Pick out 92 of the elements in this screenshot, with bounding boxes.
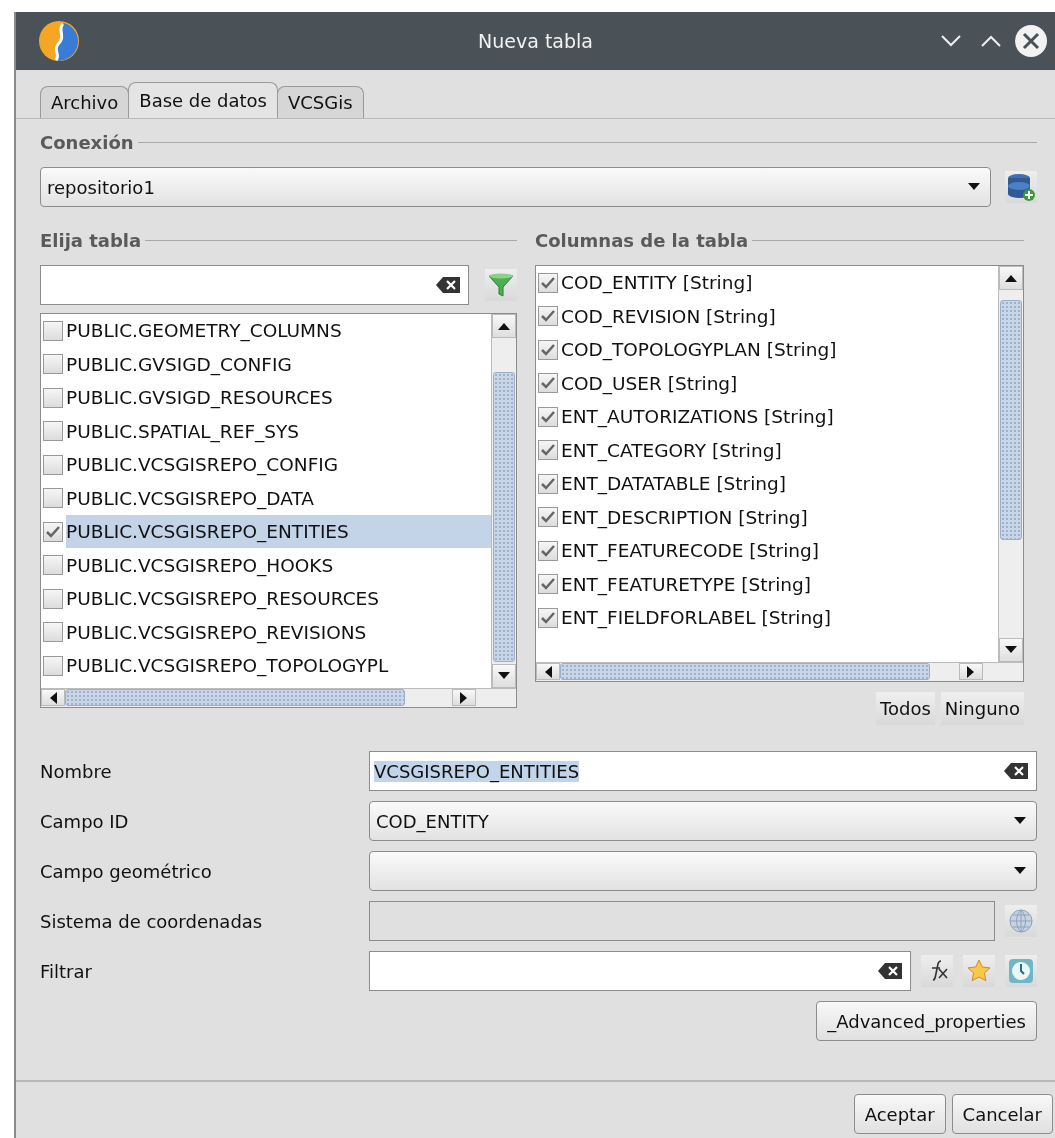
dialog-button[interactable]: Aceptar: [853, 1094, 946, 1134]
table-item[interactable]: PUBLIC.VCSGISREPO_CONFIG: [66, 448, 491, 482]
checkbox[interactable]: [43, 320, 63, 341]
checkbox[interactable]: [538, 339, 558, 360]
checkbox[interactable]: [538, 440, 558, 461]
funnel-icon[interactable]: [485, 269, 517, 301]
table-item[interactable]: PUBLIC.VCSGISREPO_ENTITIES: [66, 515, 491, 549]
checkbox[interactable]: [538, 540, 558, 561]
column-item[interactable]: COD_ENTITY [String]: [561, 266, 998, 300]
connection-dropdown[interactable]: repositorio1: [40, 167, 991, 207]
column-item[interactable]: COD_REVISION [String]: [561, 299, 998, 333]
filter-field[interactable]: [369, 951, 911, 991]
checkbox[interactable]: [43, 454, 63, 475]
form-label: Campo ID: [40, 810, 130, 832]
section-heading: Columnas de la tabla: [535, 229, 749, 251]
form-label: Sistema de coordenadas: [40, 910, 264, 932]
section-heading: Conexión: [40, 131, 134, 153]
arrow-left-icon[interactable]: [544, 665, 552, 678]
table-item[interactable]: PUBLIC.GEOMETRY_COLUMNS: [66, 314, 491, 348]
clear-icon[interactable]: [436, 277, 460, 293]
arrow-right-icon[interactable]: [460, 691, 468, 704]
arrow-left-icon[interactable]: [49, 691, 57, 704]
tab[interactable]: Base de datos: [128, 82, 278, 118]
horizontal-scrollbar[interactable]: [41, 688, 516, 707]
checkbox[interactable]: [538, 306, 558, 327]
section-heading: Elija tabla: [40, 229, 142, 251]
arrow-right-icon[interactable]: [967, 665, 975, 678]
checkbox[interactable]: [538, 406, 558, 427]
field-dropdown[interactable]: COD_ENTITY: [369, 801, 1037, 841]
checkbox[interactable]: [538, 373, 558, 394]
column-item[interactable]: ENT_FIELDFORLABEL [String]: [561, 601, 998, 635]
column-item[interactable]: ENT_CATEGORY [String]: [561, 433, 998, 467]
column-item[interactable]: COD_TOPOLOGYPLAN [String]: [561, 333, 998, 367]
vertical-scrollbar[interactable]: [998, 266, 1023, 662]
table-item[interactable]: PUBLIC.SPATIAL_REF_SYS: [66, 414, 491, 448]
table-item[interactable]: PUBLIC.VCSGISREPO_TOPOLOGYPL: [66, 649, 491, 683]
checkbox[interactable]: [43, 488, 63, 509]
search-field[interactable]: [40, 265, 469, 305]
clear-icon[interactable]: [1004, 763, 1028, 779]
select-button[interactable]: Ninguno: [940, 692, 1024, 725]
caret-icon: [1014, 817, 1026, 825]
clear-icon[interactable]: [878, 963, 902, 979]
table-item[interactable]: PUBLIC.VCSGISREPO_REVISIONS: [66, 615, 491, 649]
dialog-button[interactable]: Cancelar: [951, 1094, 1053, 1134]
tab[interactable]: Archivo: [40, 86, 130, 118]
name-field[interactable]: VCSGISREPO_ENTITIES: [369, 751, 1037, 791]
checkbox[interactable]: [538, 574, 558, 595]
checkbox[interactable]: [43, 521, 63, 542]
table-item[interactable]: PUBLIC.GVSIGD_RESOURCES: [66, 381, 491, 415]
arrow-up-icon[interactable]: [498, 322, 510, 330]
table-item[interactable]: PUBLIC.GVSIGD_CONFIG: [66, 347, 491, 381]
column-item[interactable]: ENT_FEATURETYPE [String]: [561, 567, 998, 601]
checkbox[interactable]: [538, 607, 558, 628]
horizontal-scrollbar[interactable]: [536, 662, 1023, 681]
caret-icon: [968, 183, 980, 191]
table-item[interactable]: PUBLIC.VCSGISREPO_DATA: [66, 481, 491, 515]
function-icon[interactable]: [921, 955, 953, 987]
checkbox[interactable]: [43, 421, 63, 442]
tab[interactable]: VCSGis: [277, 86, 364, 118]
checkbox[interactable]: [43, 354, 63, 375]
table-item[interactable]: PUBLIC.VCSGISREPO_RESOURCES: [66, 582, 491, 616]
field-dropdown[interactable]: [369, 851, 1037, 891]
checkbox[interactable]: [43, 655, 63, 676]
form-label: Campo geométrico: [40, 860, 213, 882]
column-item[interactable]: ENT_AUTORIZATIONS [String]: [561, 400, 998, 434]
column-item[interactable]: ENT_FEATURECODE [String]: [561, 534, 998, 568]
caret-icon: [498, 672, 510, 680]
form-label: Filtrar: [40, 960, 93, 982]
caret-icon: [1005, 646, 1017, 654]
checkbox[interactable]: [538, 473, 558, 494]
select-button[interactable]: Todos: [876, 692, 935, 725]
vertical-scrollbar[interactable]: [491, 314, 516, 688]
arrow-up-icon[interactable]: [1005, 274, 1017, 282]
checkbox[interactable]: [43, 387, 63, 408]
chevron-down-icon: [941, 35, 961, 47]
advanced-properties-button[interactable]: _Advanced_properties: [816, 1001, 1037, 1041]
chevron-up-icon: [981, 35, 1001, 47]
form-label: Nombre: [40, 760, 113, 782]
checkbox[interactable]: [43, 555, 63, 576]
column-item[interactable]: COD_USER [String]: [561, 366, 998, 400]
window-title: Nueva tabla: [478, 30, 593, 52]
clock-icon[interactable]: [1005, 955, 1037, 987]
column-item[interactable]: ENT_DATATABLE [String]: [561, 467, 998, 501]
checkbox[interactable]: [43, 622, 63, 643]
column-item[interactable]: ENT_DESCRIPTION [String]: [561, 500, 998, 534]
add-database-icon[interactable]: [1005, 171, 1037, 203]
caret-icon: [1014, 867, 1026, 875]
table-item[interactable]: PUBLIC.VCSGISREPO_HOOKS: [66, 548, 491, 582]
checkbox[interactable]: [43, 588, 63, 609]
app-logo-icon: [38, 20, 80, 62]
checkbox[interactable]: [538, 507, 558, 528]
checkbox[interactable]: [538, 272, 558, 293]
